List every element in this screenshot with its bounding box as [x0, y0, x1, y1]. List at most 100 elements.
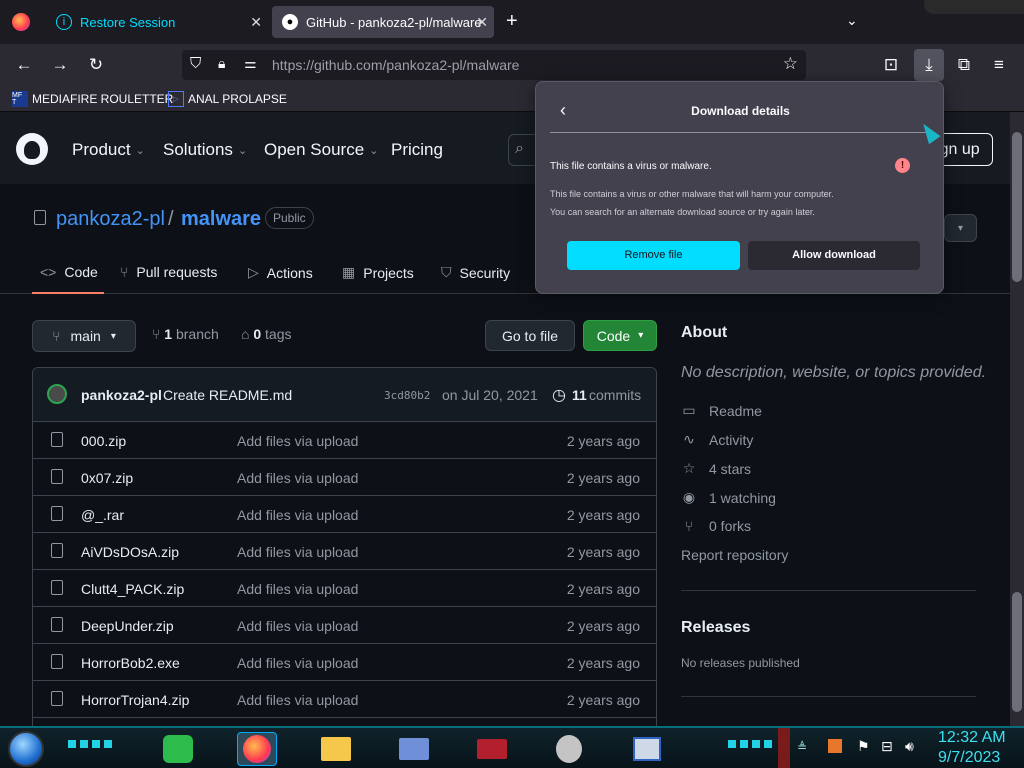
code-button[interactable]: Code ▾	[583, 320, 657, 351]
commit-author[interactable]: pankoza2-pl	[81, 387, 162, 403]
commit-message[interactable]: Create README.md	[163, 387, 292, 403]
file-commit-message: Add files via upload	[237, 470, 359, 486]
description-line-2: You can search for an alternate download…	[550, 207, 815, 217]
tab-pull-requests[interactable]: ⑂ Pull requests	[120, 264, 217, 280]
volume-icon[interactable]: 🔊︎	[905, 738, 914, 755]
file-commit-message: Add files via upload	[237, 433, 359, 449]
new-tab-button[interactable]: +	[506, 10, 518, 33]
eye-icon: ◉	[682, 489, 696, 505]
repo-owner-link[interactable]: pankoza2-pl	[56, 208, 165, 231]
play-icon: ▷	[248, 264, 259, 280]
flag-icon[interactable]: ⚑	[857, 738, 870, 755]
remove-file-button[interactable]: Remove file	[567, 241, 740, 270]
network-icon[interactable]: ⊟	[881, 738, 893, 755]
file-icon	[51, 506, 63, 521]
tab-github[interactable]: ● GitHub - pankoza2-pl/malware ✕	[272, 6, 494, 38]
branch-select-button[interactable]: ⑂ main ▾	[32, 320, 136, 352]
file-icon	[51, 580, 63, 595]
nav-pricing[interactable]: Pricing	[391, 140, 443, 160]
reload-button[interactable]: ↻	[83, 52, 109, 78]
permissions-icon[interactable]: ⚌	[244, 55, 257, 72]
app-explorer-icon[interactable]	[316, 732, 356, 766]
file-name: DeepUnder.zip	[81, 618, 174, 634]
commit-sha[interactable]: 3cd80b2	[384, 389, 430, 402]
tray-app-icon[interactable]	[828, 739, 842, 753]
shield-icon: ⛉	[441, 264, 452, 280]
file-date: 2 years ago	[566, 470, 640, 486]
file-list: pankoza2-pl Create README.md 3cd80b2 on …	[32, 367, 657, 726]
tab-bar: i Restore Session ✕ ● GitHub - pankoza2-…	[0, 0, 1024, 44]
commits-label[interactable]: commits	[589, 387, 641, 403]
firefox-menu-icon[interactable]	[12, 13, 30, 31]
warning-text: This file contains a virus or malware.	[550, 161, 712, 172]
stars-link[interactable]: ☆ 4 stars	[681, 460, 751, 477]
file-row[interactable]: DeepUnder.zip Add files via upload 2 years…	[33, 607, 656, 644]
tab-actions[interactable]: ▷ Actions	[248, 264, 313, 281]
file-row[interactable]: Clutt4_PACK.zip Add files via upload 2 yea…	[33, 570, 656, 607]
go-to-file-button[interactable]: Go to file	[485, 320, 575, 351]
activity-link[interactable]: ∿ Activity	[681, 431, 753, 448]
tags-link[interactable]: ⌂ 0 tags	[241, 326, 292, 342]
fork-icon: ⑂	[684, 518, 694, 534]
allow-download-button[interactable]: Allow download	[748, 241, 920, 270]
url-bar[interactable]: ⛉ 🔒︎ ⚌ https://github.com/pankoza2-pl/ma…	[182, 50, 806, 80]
avatar[interactable]	[47, 384, 67, 404]
branches-link[interactable]: ⑂ 1 branch	[152, 326, 219, 342]
tab-projects[interactable]: ▦ Projects	[342, 264, 414, 281]
clock-date[interactable]: 9/7/2023	[938, 749, 1000, 767]
scrollbar-thumb[interactable]	[1012, 132, 1022, 282]
app-media-icon[interactable]	[472, 732, 512, 766]
close-tab-icon[interactable]: ✕	[476, 14, 488, 31]
watchers-link[interactable]: ◉ 1 watching	[681, 489, 776, 506]
nav-open-source[interactable]: Open Source ⌄	[264, 140, 378, 160]
code-icon: <>	[40, 264, 57, 280]
navigation-bar: ← → ↻ ⛉ 🔒︎ ⚌ https://github.com/pankoza2…	[0, 44, 1024, 86]
forks-link[interactable]: ⑂ 0 forks	[681, 518, 751, 534]
lock-icon[interactable]: 🔒︎	[218, 55, 225, 72]
tab-code[interactable]: <> Code	[40, 264, 98, 280]
start-button[interactable]	[8, 731, 44, 767]
downloads-button[interactable]: ⤓	[914, 49, 944, 81]
show-hidden-icons[interactable]	[778, 728, 790, 768]
clock-time[interactable]: 12:32 AM	[938, 729, 1006, 747]
caret-down-icon: ▾	[110, 330, 116, 342]
tab-restore-session[interactable]: i Restore Session ✕	[46, 6, 268, 38]
file-row[interactable]: HorrorTrojan4.zip Add files via upload 2 y…	[33, 681, 656, 718]
bookmark-second[interactable]: ▷ ANAL PROLAPSE	[168, 91, 287, 107]
nav-product[interactable]: Product ⌄	[72, 140, 145, 160]
app-control-panel-icon[interactable]	[394, 732, 434, 766]
file-row[interactable]: AiVDsDOsA.zip Add files via upload 2 years…	[33, 533, 656, 570]
forward-button[interactable]: →	[47, 52, 73, 78]
file-row[interactable]: 0x07.zip Add files via upload 2 years ago	[33, 459, 656, 496]
bookmark-mediafire[interactable]: MF T MEDIAFIRE ROULETTER	[12, 91, 173, 107]
app-notes-icon[interactable]	[158, 732, 198, 766]
pocket-icon[interactable]: ⊡	[878, 52, 904, 78]
tab-security[interactable]: ⛉ Security	[441, 264, 510, 281]
file-commit-message: Add files via upload	[237, 581, 359, 597]
app-computer-icon[interactable]	[627, 732, 667, 766]
scrollbar[interactable]	[1010, 112, 1024, 726]
commits-count[interactable]: 11	[572, 387, 587, 403]
chevron-down-icon[interactable]: ⌄	[846, 12, 858, 29]
repo-action-button[interactable]: ▾	[944, 214, 977, 242]
report-repository-link[interactable]: Report repository	[681, 547, 788, 563]
file-commit-message: Add files via upload	[237, 655, 359, 671]
file-row[interactable]: HorrorBob2.exe Add files via upload 2 year…	[33, 644, 656, 681]
menu-icon[interactable]: ≡	[986, 52, 1012, 78]
repo-name-link[interactable]: malware	[181, 208, 261, 231]
file-row[interactable]: @_.rar Add files via upload 2 years ago	[33, 496, 656, 533]
file-date: 2 years ago	[566, 581, 640, 597]
readme-link[interactable]: ▭ Readme	[681, 402, 762, 419]
extensions-icon[interactable]: ⧉	[951, 52, 977, 78]
file-row[interactable]: 000.zip Add files via upload 2 years ago	[33, 422, 656, 459]
app-speaker-icon[interactable]	[549, 732, 589, 766]
app-firefox-icon[interactable]	[237, 732, 277, 766]
back-button[interactable]: ←	[11, 52, 37, 78]
releases-title[interactable]: Releases	[681, 619, 750, 637]
shield-icon[interactable]: ⛉	[190, 55, 201, 72]
nav-solutions[interactable]: Solutions ⌄	[163, 140, 247, 160]
close-tab-icon[interactable]: ✕	[250, 14, 262, 31]
star-bookmark-icon[interactable]: ☆	[783, 54, 798, 74]
tray-arrow-icon[interactable]: ≜	[797, 740, 807, 754]
scrollbar-thumb-lower[interactable]	[1012, 592, 1022, 712]
